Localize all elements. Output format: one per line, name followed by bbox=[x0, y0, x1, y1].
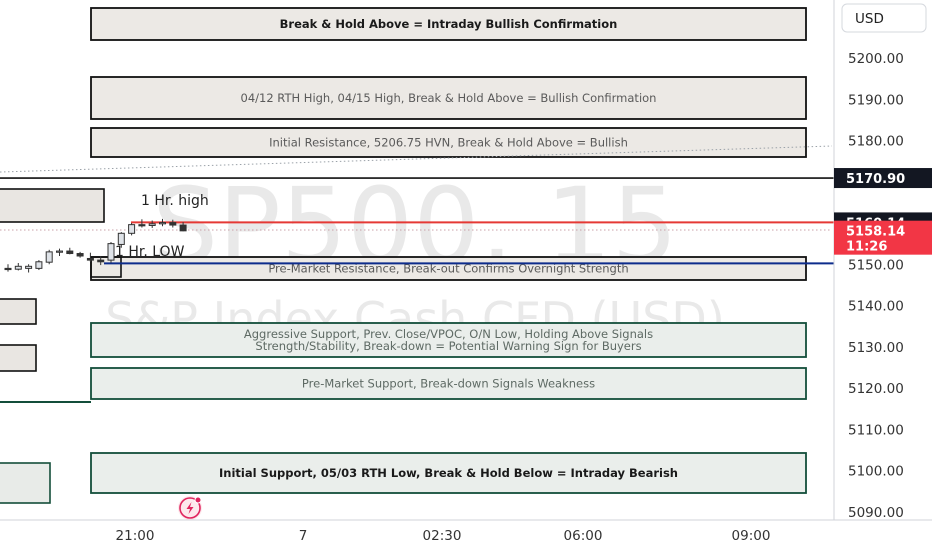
zone-label-5: Pre-Market Support, Break-down Signals W… bbox=[302, 377, 595, 391]
candle-body-3 bbox=[35, 261, 43, 269]
y-tick-1: 5190.00 bbox=[848, 92, 904, 108]
candle-4 bbox=[45, 249, 53, 265]
candle-body-12 bbox=[128, 224, 136, 234]
y-tick-3: 5150.00 bbox=[848, 257, 904, 273]
candle-body-8 bbox=[86, 257, 94, 261]
candle-body-7 bbox=[76, 253, 84, 257]
y-tick-2: 5180.00 bbox=[848, 134, 904, 150]
price-tag-2: 5158.1411:26 bbox=[834, 220, 932, 255]
candle-body-15 bbox=[159, 222, 166, 225]
candle-body-1 bbox=[14, 265, 22, 270]
price-tag-sub-2: 11:26 bbox=[846, 240, 887, 255]
zone-3: Pre-Market Resistance, Break-out Confirm… bbox=[90, 256, 807, 281]
y-tick-0: 5200.00 bbox=[848, 51, 904, 67]
zone-0: Break & Hold Above = Intraday Bullish Co… bbox=[90, 7, 807, 41]
candle-body-17 bbox=[179, 224, 187, 232]
left-box-1 bbox=[0, 188, 105, 223]
candle-body-10 bbox=[107, 243, 115, 261]
chart[interactable]: SP500, 15 S&P Index Cash CFD (USD) Break… bbox=[0, 0, 932, 550]
left-box-4 bbox=[0, 462, 51, 504]
annotation-1hr-low: 1 Hr. LOW bbox=[115, 244, 185, 260]
zone-6: Initial Support, 05/03 RTH Low, Break & … bbox=[90, 452, 807, 494]
candle-12 bbox=[128, 223, 136, 236]
left-box-2 bbox=[0, 298, 37, 325]
zone-2: Initial Resistance, 5206.75 HVN, Break &… bbox=[90, 127, 807, 158]
zone-4: Aggressive Support, Prev. Close/VPOC, O/… bbox=[90, 322, 807, 358]
candle-body-11 bbox=[117, 232, 125, 245]
candle-body-6 bbox=[66, 250, 74, 255]
zone-label-1: 04/12 RTH High, 04/15 High, Break & Hold… bbox=[241, 91, 657, 105]
y-tick-4: 5140.00 bbox=[848, 299, 904, 315]
candle-3 bbox=[35, 260, 43, 271]
y-tick-7: 5110.00 bbox=[848, 422, 904, 438]
zone-label-0: Break & Hold Above = Intraday Bullish Co… bbox=[280, 17, 618, 31]
zone-label-2: Initial Resistance, 5206.75 HVN, Break &… bbox=[269, 136, 628, 150]
y-tick-6: 5120.00 bbox=[848, 381, 904, 397]
x-tick-3: 06:00 bbox=[564, 528, 603, 544]
candle-body-13 bbox=[138, 224, 146, 227]
x-tick-0: 21:00 bbox=[116, 528, 155, 544]
zone-5: Pre-Market Support, Break-down Signals W… bbox=[90, 367, 807, 400]
annotation-1hr-high: 1 Hr. high bbox=[141, 193, 209, 209]
candle-body-2 bbox=[25, 265, 33, 269]
candle-body-5 bbox=[56, 250, 63, 253]
y-tick-8: 5100.00 bbox=[848, 464, 904, 480]
price-tag-0: 5170.90 bbox=[834, 168, 932, 189]
price-tag-label-2: 5158.14 bbox=[846, 225, 905, 240]
x-tick-1: 7 bbox=[299, 528, 308, 544]
candle-body-9 bbox=[97, 259, 105, 263]
candle-10 bbox=[107, 241, 115, 263]
price-tag-label-0: 5170.90 bbox=[846, 172, 905, 187]
y-tick-5: 5130.00 bbox=[848, 340, 904, 356]
currency-button[interactable]: USD bbox=[841, 3, 927, 33]
currency-label: USD bbox=[855, 11, 884, 27]
x-tick-2: 02:30 bbox=[423, 528, 462, 544]
candle-body-4 bbox=[45, 251, 53, 263]
y-tick-9: 5090.00 bbox=[848, 505, 904, 521]
candle-body-0 bbox=[4, 267, 12, 271]
zone-label-6: Initial Support, 05/03 RTH Low, Break & … bbox=[219, 466, 678, 480]
zone-label-4-line2: Strength/Stability, Break-down = Potenti… bbox=[255, 339, 641, 353]
candle-body-16 bbox=[169, 222, 177, 226]
x-tick-4: 09:00 bbox=[732, 528, 771, 544]
flash-icon[interactable] bbox=[178, 496, 202, 520]
left-box-3 bbox=[0, 344, 37, 372]
zone-1: 04/12 RTH High, 04/15 High, Break & Hold… bbox=[90, 76, 807, 120]
candle-body-14 bbox=[148, 223, 156, 226]
